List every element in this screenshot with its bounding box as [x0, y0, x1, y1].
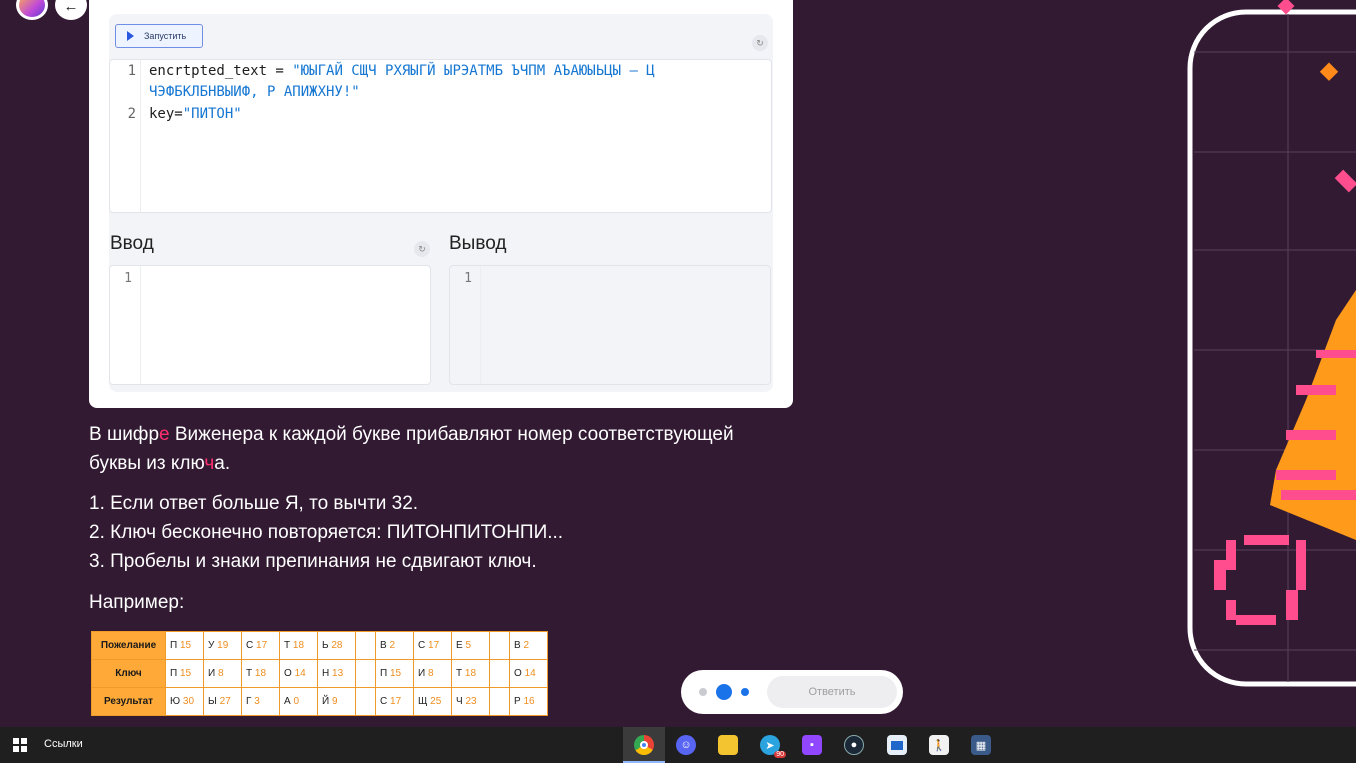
line-number: 2: [127, 106, 136, 122]
table-cell: П 15: [165, 659, 204, 688]
table-cell: Т 18: [241, 659, 280, 688]
discord-icon[interactable]: ☺: [676, 735, 696, 755]
table-row: Пожелание П 15 У 19 С 17 Т 18 Ь 28 В 2С 17 Е 5…: [91, 631, 548, 660]
line-number: 1: [127, 63, 136, 79]
row-header: Пожелание: [91, 631, 166, 660]
table-cell: О 14: [279, 659, 318, 688]
calculator-icon[interactable]: ▦: [971, 735, 991, 755]
table-cell: Г 3: [241, 687, 280, 716]
line-number: 1: [124, 271, 132, 286]
table-cell: [489, 631, 510, 660]
table-cell: П 15: [165, 631, 204, 660]
table-cell: О 14: [509, 659, 548, 688]
file-explorer-icon[interactable]: [718, 735, 738, 755]
table-cell: И 8: [203, 659, 242, 688]
run-button-label: Запустить: [144, 31, 187, 41]
table-cell: Ы 27: [203, 687, 242, 716]
table-cell: В 2: [375, 631, 414, 660]
line-gutter: [110, 60, 141, 212]
input-title: Ввод: [110, 233, 154, 254]
table-cell: С 17: [413, 631, 452, 660]
steam-icon[interactable]: ●: [844, 735, 864, 755]
arrow-left-icon: ←: [63, 0, 79, 15]
description-line-1: В шифре Виженера к каждой букве прибавля…: [89, 424, 734, 445]
table-cell: Й 9: [317, 687, 356, 716]
rule-1: 1. Если ответ больше Я, то вычти 32.: [89, 493, 419, 514]
play-icon: [127, 31, 134, 41]
code-editor[interactable]: 1 encrtpted_text = "ЮЫГАЙ СЩЧ РХЯЫГЙ ЫРЭ…: [109, 59, 772, 213]
row-header: Ключ: [91, 659, 166, 688]
progress-dot-2[interactable]: [716, 684, 732, 700]
run-button[interactable]: Запустить: [115, 24, 203, 48]
answer-button[interactable]: Ответить: [767, 676, 897, 708]
table-cell: С 17: [241, 631, 280, 660]
app-logo-button[interactable]: [16, 0, 48, 20]
output-field: 1: [449, 265, 771, 385]
telegram-badge: 90: [774, 751, 786, 758]
table-cell: С 17: [375, 687, 414, 716]
table-cell: А 0: [279, 687, 318, 716]
output-title: Вывод: [449, 233, 507, 254]
table-cell: Щ 25: [413, 687, 452, 716]
table-cell: Ь 28: [317, 631, 356, 660]
table-cell: У 19: [203, 631, 242, 660]
input-field[interactable]: 1: [109, 265, 431, 385]
vigenere-example-table: Пожелание П 15 У 19 С 17 Т 18 Ь 28 В 2С 17 Е 5…: [91, 631, 548, 716]
description-line-2: буквы из ключа.: [89, 453, 231, 474]
progress-dot-1[interactable]: [699, 688, 707, 696]
telegram-icon[interactable]: ➤ 90: [760, 735, 786, 758]
table-cell: В 2: [509, 631, 548, 660]
code-card: Запустить ↻ 1 encrtpted_text = "ЮЫГАЙ СЩ…: [89, 0, 793, 408]
windows-start-icon[interactable]: [13, 738, 27, 752]
line-number: 1: [464, 271, 472, 286]
table-cell: П 15: [375, 659, 414, 688]
decorative-illustration: [1187, 0, 1356, 687]
table-row: Результат Ю 30 Ы 27 Г 3А 0Й 9 С 17 Щ 25 Ч 23 …: [91, 687, 548, 716]
chrome-icon[interactable]: [634, 735, 654, 755]
taskbar: Ссылки ☺ ➤ 90 ▪ ● 🚶 ▦: [0, 727, 1356, 763]
game-app-icon[interactable]: 🚶: [929, 735, 949, 755]
table-cell: Ю 30: [165, 687, 204, 716]
table-cell: И 8: [413, 659, 452, 688]
table-cell: Т 18: [451, 659, 490, 688]
answer-bar: Ответить: [681, 670, 903, 714]
row-header: Результат: [91, 687, 166, 716]
table-cell: Р 16: [509, 687, 548, 716]
table-cell: [355, 687, 376, 716]
back-button[interactable]: ←: [55, 0, 87, 20]
table-cell: [355, 659, 376, 688]
table-cell: Ч 23: [451, 687, 490, 716]
table-cell: [489, 659, 510, 688]
twitch-icon[interactable]: ▪: [802, 735, 822, 755]
rule-2: 2. Ключ бесконечно повторяется: ПИТОНПИТ…: [89, 522, 564, 543]
table-row: Ключ П 15 И 8Т 18 О 14 Н 13 П 15 И 8Т 18 О 14: [91, 659, 548, 688]
editor-panel: Запустить ↻ 1 encrtpted_text = "ЮЫГАЙ СЩ…: [109, 14, 773, 392]
table-cell: Е 5: [451, 631, 490, 660]
table-cell: Н 13: [317, 659, 356, 688]
rule-3: 3. Пробелы и знаки препинания не сдвигаю…: [89, 551, 537, 572]
example-label: Например:: [89, 592, 185, 613]
reset-code-icon[interactable]: ↻: [752, 35, 768, 51]
table-cell: [489, 687, 510, 716]
table-cell: Т 18: [279, 631, 318, 660]
reset-input-icon[interactable]: ↻: [414, 241, 430, 257]
progress-dot-3[interactable]: [741, 688, 749, 696]
taskbar-links-toolbar[interactable]: Ссылки: [44, 738, 83, 750]
table-cell: [355, 631, 376, 660]
app-window-icon[interactable]: [887, 735, 907, 755]
